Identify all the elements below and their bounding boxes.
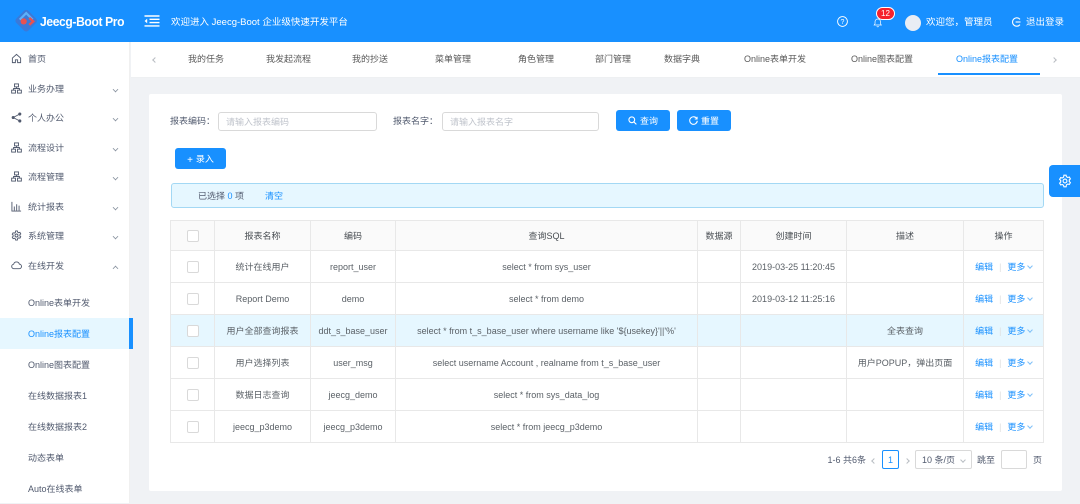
svg-text:?: ? xyxy=(841,19,845,26)
